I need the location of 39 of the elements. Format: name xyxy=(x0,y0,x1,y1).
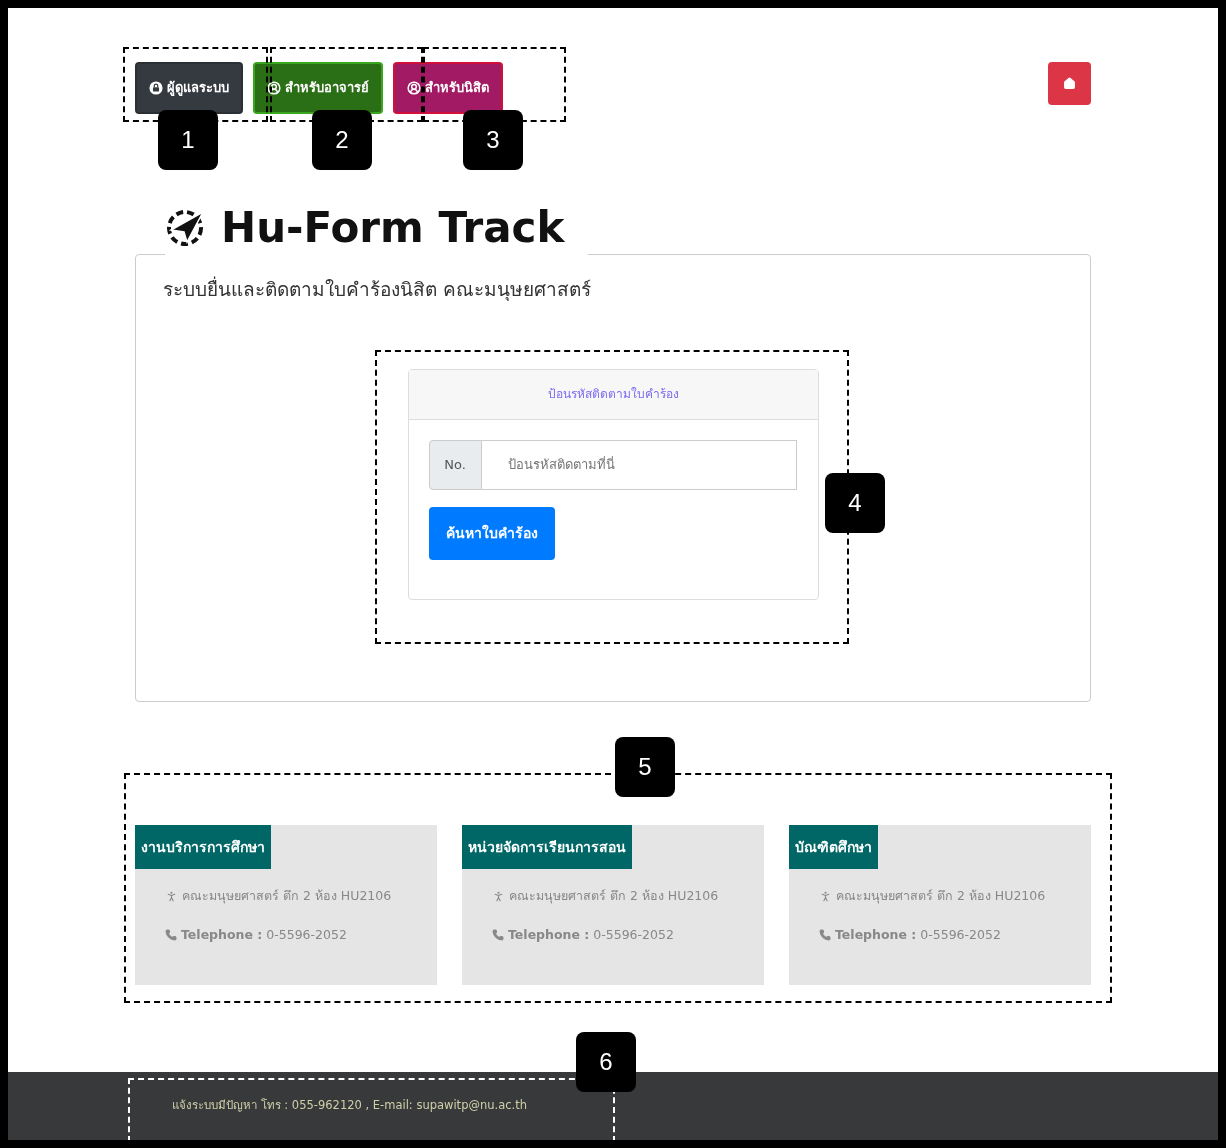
nav-button[interactable]: สำหรับอาจารย์ xyxy=(253,62,383,114)
input-prefix: No. xyxy=(428,439,482,490)
contact-title: บัณฑิตศึกษา xyxy=(789,825,878,869)
phone-label: Telephone : xyxy=(508,925,590,944)
phone-icon xyxy=(492,929,504,942)
search-request-button[interactable]: ค้นหาใบคำร้อง xyxy=(428,506,555,560)
phone-number: 0-5596-2052 xyxy=(266,925,347,944)
contact-location: คณะมนุษยศาสตร์ ตึก 2 ห้อง HU2106 xyxy=(182,887,392,906)
callout-number: 5 xyxy=(615,737,675,797)
location-person-icon xyxy=(165,889,178,903)
app-title: Hu-Form Track xyxy=(221,207,565,249)
nav-button[interactable]: ผู้ดูแลระบบ xyxy=(135,62,243,114)
phone-icon xyxy=(165,929,177,942)
location-person-icon xyxy=(819,889,832,903)
callout-number: 4 xyxy=(825,473,885,533)
callout-number: 2 xyxy=(312,110,372,170)
tracking-code-field[interactable]: ป้อนรหัสติดตามที่นี่ xyxy=(481,439,797,490)
user-icon xyxy=(407,81,421,95)
user-icon xyxy=(267,81,281,95)
contact-title: หน่วยจัดการเรียนการสอน xyxy=(462,825,632,869)
phone-number: 0-5596-2052 xyxy=(920,925,1001,944)
track-card-title: ป้อนรหัสติดตามใบคำร้อง xyxy=(547,386,679,403)
callout-number: 6 xyxy=(576,1032,636,1092)
phone-label: Telephone : xyxy=(835,925,917,944)
app-subtitle: ระบบยื่นและติดตามใบคำร้องนิสิต คณะมนุษยศาสตร์ xyxy=(162,275,593,303)
contact-location: คณะมนุษยศาสตร์ ตึก 2 ห้อง HU2106 xyxy=(836,887,1046,906)
contact-location: คณะมนุษยศาสตร์ ตึก 2 ห้อง HU2106 xyxy=(509,887,719,906)
callout-number: 3 xyxy=(463,110,523,170)
phone-label: Telephone : xyxy=(181,925,263,944)
location-person-icon xyxy=(492,889,505,903)
nav-button[interactable]: สำหรับนิสิต xyxy=(393,62,503,114)
phone-icon xyxy=(819,929,831,942)
home-button[interactable] xyxy=(1048,62,1091,105)
lock-icon xyxy=(149,81,163,95)
home-icon xyxy=(1063,77,1076,90)
phone-number: 0-5596-2052 xyxy=(593,925,674,944)
callout-number: 1 xyxy=(158,110,218,170)
footer-contact-text: แจ้งระบบมีปัญหา โทร : 055-962120 , E-mail: supawitp@nu.ac.th xyxy=(172,1097,527,1115)
contact-title: งานบริการการศึกษา xyxy=(135,825,271,869)
